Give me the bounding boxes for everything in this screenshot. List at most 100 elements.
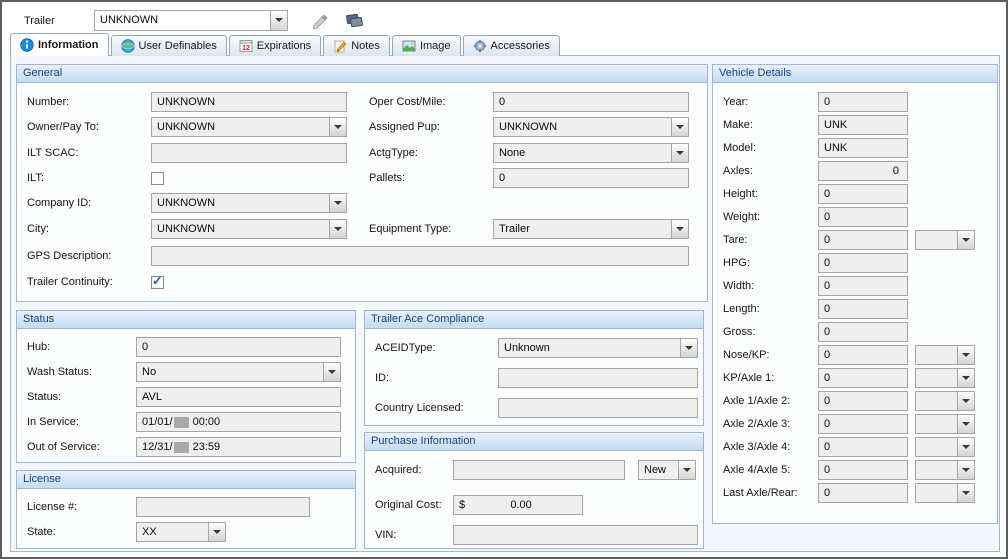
wash-status-label: Wash Status:	[27, 362, 92, 382]
make-label: Make:	[723, 115, 753, 135]
axle2-axle3-label: Axle 2/Axle 3:	[723, 414, 790, 434]
axle4-axle5-unit-select[interactable]	[915, 460, 975, 480]
city-value: UNKNOWN	[157, 220, 215, 238]
license-panel: License License #: State: XX	[16, 470, 356, 549]
state-label: State:	[27, 522, 56, 542]
chevron-down-icon	[680, 339, 697, 357]
nose-kp-unit-select[interactable]	[915, 345, 975, 365]
chevron-down-icon	[329, 220, 346, 238]
ilt-scac-input[interactable]	[151, 143, 347, 163]
wash-status-select[interactable]: No	[136, 362, 341, 382]
tab-notes[interactable]: Notes	[323, 35, 390, 56]
pallets-input[interactable]: 0	[493, 168, 689, 188]
chevron-down-icon	[957, 392, 974, 410]
company-id-select[interactable]: UNKNOWN	[151, 193, 347, 213]
equipment-type-select[interactable]: Trailer	[493, 219, 689, 239]
width-input[interactable]: 0	[818, 276, 908, 296]
ace-compliance-panel: Trailer Ace Compliance ACEIDType: Unknow…	[364, 310, 704, 426]
aceid-type-select[interactable]: Unknown	[498, 338, 698, 358]
axle2-axle3-input[interactable]: 0	[818, 414, 908, 434]
acquired-condition-select[interactable]: New	[638, 460, 696, 480]
hpg-input[interactable]: 0	[818, 253, 908, 273]
year-input[interactable]: 0	[818, 92, 908, 112]
number-input[interactable]: UNKNOWN	[151, 92, 347, 112]
calendar-icon: 12	[239, 39, 253, 53]
tab-information[interactable]: Information	[10, 33, 109, 56]
ace-panel-title: Trailer Ace Compliance	[365, 311, 703, 329]
status-input[interactable]: AVL	[136, 387, 341, 407]
nose-kp-label: Nose/KP:	[723, 345, 769, 365]
owner-select[interactable]: UNKNOWN	[151, 117, 347, 137]
tab-user-definables[interactable]: User Definables	[111, 35, 227, 56]
chevron-down-icon	[671, 144, 688, 162]
currency-symbol: $	[459, 496, 465, 514]
length-input[interactable]: 0	[818, 299, 908, 319]
chevron-down-icon	[957, 369, 974, 387]
tab-expirations[interactable]: 12 Expirations	[229, 35, 321, 56]
tare-unit-select[interactable]	[915, 230, 975, 250]
company-id-label: Company ID:	[27, 193, 91, 213]
axle3-axle4-input[interactable]: 0	[818, 437, 908, 457]
tab-image[interactable]: Image	[392, 35, 461, 56]
tab-accessories[interactable]: Accessories	[463, 35, 560, 56]
edit-button[interactable]	[307, 10, 333, 31]
model-input[interactable]: UNK	[818, 138, 908, 158]
purchase-info-panel: Purchase Information Acquired: New Origi…	[364, 432, 704, 549]
hub-input[interactable]: 0	[136, 337, 341, 357]
kp-axle1-unit-select[interactable]	[915, 368, 975, 388]
chevron-down-icon	[671, 118, 688, 136]
model-label: Model:	[723, 138, 756, 158]
chevron-down-icon	[678, 461, 695, 479]
last-axle-rear-input[interactable]: 0	[818, 483, 908, 503]
trailer-select[interactable]: UNKNOWN	[94, 10, 288, 31]
gps-description-input[interactable]	[151, 246, 689, 266]
axle4-axle5-input[interactable]: 0	[818, 460, 908, 480]
width-label: Width:	[723, 276, 754, 296]
make-input[interactable]: UNK	[818, 115, 908, 135]
gross-input[interactable]: 0	[818, 322, 908, 342]
trailer-continuity-label: Trailer Continuity:	[27, 272, 113, 292]
license-number-label: License #:	[27, 497, 77, 517]
ace-id-input[interactable]	[498, 368, 698, 388]
tab-label: User Definables	[139, 40, 217, 52]
svg-text:12: 12	[242, 45, 250, 52]
height-input[interactable]: 0	[818, 184, 908, 204]
equipment-type-value: Trailer	[499, 220, 530, 238]
kp-axle1-input[interactable]: 0	[818, 368, 908, 388]
nose-kp-input[interactable]: 0	[818, 345, 908, 365]
actg-type-select[interactable]: None	[493, 143, 689, 163]
weight-input[interactable]: 0	[818, 207, 908, 227]
tags-button[interactable]	[342, 10, 368, 31]
acquired-label: Acquired:	[375, 460, 421, 480]
country-licensed-input[interactable]	[498, 398, 698, 418]
tare-input[interactable]: 0	[818, 230, 908, 250]
company-id-value: UNKNOWN	[157, 194, 215, 212]
axle3-axle4-unit-select[interactable]	[915, 437, 975, 457]
axle1-axle2-input[interactable]: 0	[818, 391, 908, 411]
hub-label: Hub:	[27, 337, 50, 357]
out-of-service-input[interactable]: 12/31/ 23:59	[136, 437, 341, 457]
in-service-label: In Service:	[27, 412, 79, 432]
length-label: Length:	[723, 299, 760, 319]
assigned-pup-select[interactable]: UNKNOWN	[493, 117, 689, 137]
axle1-axle2-unit-select[interactable]	[915, 391, 975, 411]
ilt-checkbox[interactable]	[151, 172, 164, 185]
axle2-axle3-unit-select[interactable]	[915, 414, 975, 434]
oper-cost-input[interactable]: 0	[493, 92, 689, 112]
original-cost-input[interactable]: $ 0.00	[453, 495, 583, 515]
city-select[interactable]: UNKNOWN	[151, 219, 347, 239]
chevron-down-icon	[208, 523, 225, 541]
state-select[interactable]: XX	[136, 522, 226, 542]
trailer-continuity-checkbox[interactable]	[151, 276, 164, 289]
last-axle-rear-unit-select[interactable]	[915, 483, 975, 503]
state-value: XX	[142, 523, 157, 541]
ilt-label: ILT:	[27, 168, 44, 188]
vin-input[interactable]	[453, 525, 698, 545]
acquired-input[interactable]	[453, 460, 625, 480]
tags-icon	[345, 12, 365, 30]
in-service-input[interactable]: 01/01/ 00:00	[136, 412, 341, 432]
license-number-input[interactable]	[136, 497, 310, 517]
axles-input[interactable]: 0	[818, 161, 908, 181]
height-label: Height:	[723, 184, 758, 204]
general-panel-title: General	[17, 65, 707, 83]
